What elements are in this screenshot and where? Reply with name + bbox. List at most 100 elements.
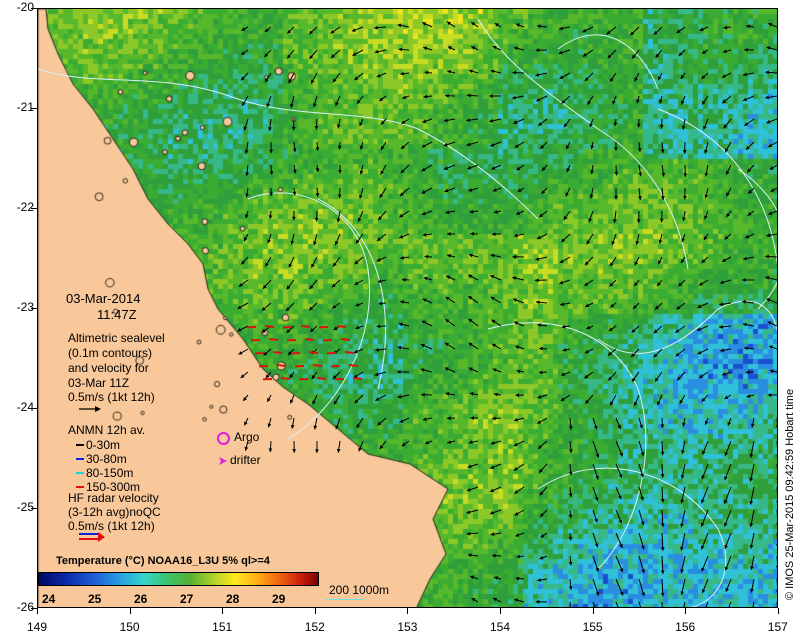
hf-radar-arrow bbox=[276, 364, 287, 367]
time-label: 11:47Z bbox=[97, 307, 137, 322]
lat-tick-label: -26 bbox=[16, 600, 34, 614]
velocity-arrowhead bbox=[769, 369, 774, 374]
hf-scale-arrow bbox=[79, 532, 105, 542]
velocity-arrowhead bbox=[512, 70, 517, 75]
velocity-arrowhead bbox=[538, 370, 543, 375]
altimetry-line-2: (0.1m contours) bbox=[68, 346, 153, 360]
velocity-arrowhead bbox=[660, 474, 665, 478]
lat-tick-mark bbox=[31, 108, 37, 109]
colorbar-tick-label: 28 bbox=[226, 592, 240, 606]
velocity-arrowhead bbox=[422, 417, 427, 422]
velocity-arrowhead bbox=[443, 118, 448, 123]
sealevel-contour-line bbox=[317, 198, 386, 390]
credit-text: © IMOS 25-Mar-2015 09:42:59 Hobart time bbox=[784, 388, 796, 600]
velocity-arrow bbox=[705, 601, 709, 607]
velocity-arrowhead bbox=[535, 72, 540, 77]
sealevel-contour-line bbox=[247, 192, 370, 440]
velocity-arrow bbox=[728, 601, 732, 607]
velocity-arrowhead bbox=[745, 370, 750, 375]
velocity-arrowhead bbox=[660, 523, 665, 527]
velocity-arrowhead bbox=[537, 24, 541, 29]
velocity-arrowhead bbox=[746, 394, 751, 398]
lat-tick-label: -22 bbox=[16, 200, 34, 214]
velocity-arrowhead bbox=[314, 217, 319, 222]
lon-tick-mark bbox=[500, 608, 501, 614]
lat-tick-mark bbox=[31, 408, 37, 409]
lat-tick-label: -24 bbox=[16, 400, 34, 414]
velocity-arrowhead bbox=[722, 49, 727, 54]
lon-tick-label: 150 bbox=[119, 620, 140, 634]
lon-tick-label: 152 bbox=[304, 620, 325, 634]
lat-tick-label: -20 bbox=[16, 0, 34, 14]
velocity-arrow bbox=[776, 441, 777, 449]
velocity-arrowhead bbox=[743, 256, 747, 261]
velocity-arrowhead bbox=[660, 149, 665, 154]
hf-radar-arrow bbox=[348, 364, 359, 367]
colorbar-tick-label: 27 bbox=[180, 592, 194, 606]
hf-radar-arrows bbox=[246, 325, 363, 381]
velocity-arrowhead bbox=[614, 196, 618, 200]
velocity-arrowhead bbox=[659, 125, 664, 129]
velocity-arrowhead bbox=[313, 241, 317, 246]
hf-radar-arrow bbox=[336, 325, 347, 328]
lat-tick-label: -21 bbox=[16, 100, 34, 114]
velocity-arrowhead bbox=[512, 276, 517, 281]
velocity-arrowhead bbox=[512, 95, 517, 100]
velocity-arrowhead bbox=[589, 194, 594, 199]
velocity-arrow bbox=[776, 510, 777, 518]
velocity-arrow bbox=[592, 601, 596, 607]
velocity-arrowhead bbox=[749, 453, 754, 458]
velocity-arrowhead bbox=[447, 69, 452, 74]
velocity-arrowhead bbox=[267, 423, 272, 428]
velocity-arrowhead bbox=[776, 478, 777, 480]
lat-tick-mark bbox=[31, 208, 37, 209]
velocity-arrowhead bbox=[447, 416, 451, 421]
anmn-depth-label: 80-150m bbox=[86, 466, 134, 480]
velocity-arrowhead bbox=[268, 215, 273, 219]
lon-tick-label: 154 bbox=[489, 620, 511, 634]
velocity-arrowhead bbox=[513, 233, 518, 238]
drifter-arrow-icon bbox=[219, 457, 227, 465]
velocity-arrowhead bbox=[660, 570, 665, 574]
velocity-arrowhead bbox=[515, 576, 520, 581]
velocity-arrowhead bbox=[315, 193, 320, 197]
velocity-arrowhead bbox=[681, 125, 686, 130]
hf-radar-arrow bbox=[316, 377, 327, 380]
hf-radar-arrow bbox=[304, 338, 315, 341]
colorbar-title: Temperature (°C) NOAA16_L3U 5% ql>=4 bbox=[56, 555, 270, 567]
velocity-arrowhead bbox=[467, 93, 471, 98]
velocity-arrowhead bbox=[743, 72, 747, 77]
velocity-arrowhead bbox=[535, 257, 540, 261]
velocity-arrowhead bbox=[659, 218, 664, 223]
velocity-arrowhead bbox=[654, 377, 659, 382]
velocity-arrowhead bbox=[614, 147, 618, 151]
velocity-arrowhead bbox=[269, 149, 274, 154]
velocity-arrowhead bbox=[401, 442, 406, 447]
velocity-arrowhead bbox=[776, 455, 777, 457]
velocity-arrowhead bbox=[492, 416, 496, 421]
lon-tick-label: 149 bbox=[26, 620, 48, 634]
velocity-arrowhead bbox=[445, 210, 450, 215]
lon-tick-mark bbox=[592, 608, 594, 614]
velocity-arrowhead bbox=[466, 531, 471, 536]
velocity-arrowhead bbox=[445, 391, 450, 396]
velocity-arrowhead bbox=[489, 94, 493, 98]
velocity-arrowhead bbox=[490, 69, 495, 74]
bathy-label: 200 1000m bbox=[329, 583, 390, 597]
velocity-arrowhead bbox=[401, 277, 406, 282]
velocity-arrowhead bbox=[424, 254, 429, 259]
velocity-arrowhead bbox=[516, 369, 521, 374]
velocity-arrowhead bbox=[704, 149, 708, 154]
velocity-arrowhead bbox=[515, 393, 520, 398]
velocity-arrowhead bbox=[680, 569, 684, 574]
velocity-arrowhead bbox=[468, 440, 473, 445]
velocity-arrowhead bbox=[658, 239, 663, 244]
velocity-arrowhead bbox=[590, 145, 595, 150]
lon-tick-label: 153 bbox=[397, 620, 418, 634]
velocity-arrowhead bbox=[447, 440, 452, 444]
lon-tick-mark bbox=[777, 608, 779, 614]
velocity-arrow bbox=[776, 533, 777, 541]
lon-tick-label: 151 bbox=[212, 620, 233, 634]
velocity-arrowhead bbox=[749, 523, 754, 527]
velocity-arrowhead bbox=[491, 232, 496, 237]
